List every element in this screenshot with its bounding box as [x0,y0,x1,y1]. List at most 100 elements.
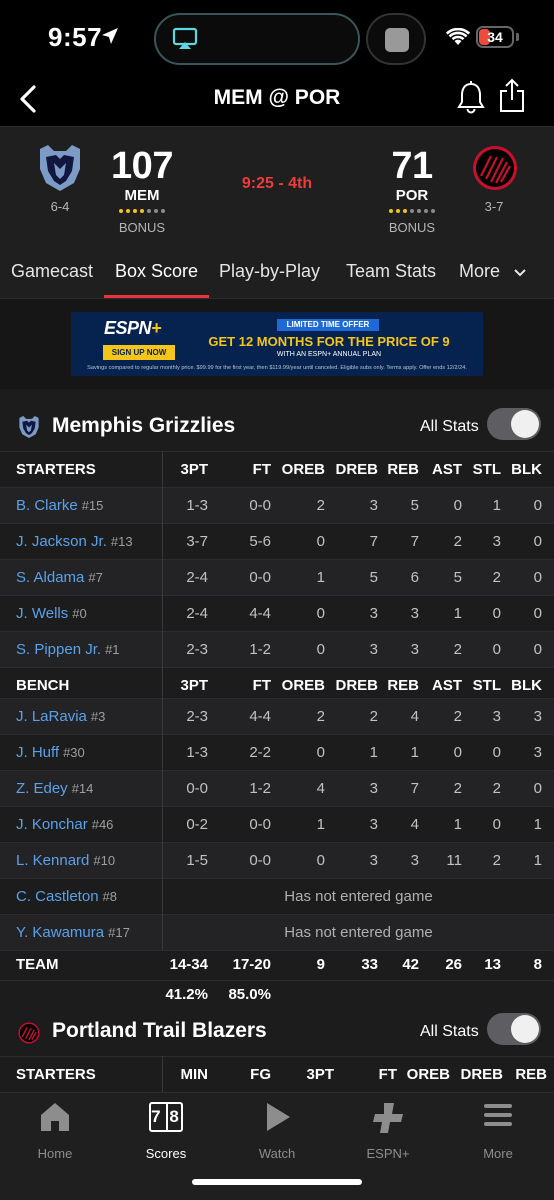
mem-all-stats-label: All Stats [420,418,479,435]
table-row: S. Pippen Jr. #1 2-3 1-2 0 3 3 2 0 0 [0,631,554,667]
espn-plus-ad[interactable]: ESPN+ SIGN UP NOW LIMITED TIME OFFER GET… [71,312,483,376]
player-number: #10 [93,853,116,868]
player-link[interactable]: J. Huff #30 [16,735,85,770]
total-cell: 14-34 [169,956,208,973]
player-name: S. Pippen Jr. [16,641,102,658]
share-icon[interactable] [498,78,526,114]
did-not-play-text: Has not entered game [284,888,433,905]
battery-percent: 34 [487,29,503,45]
player-name: B. Clarke [16,497,78,514]
table-row: J. Wells #0 2-4 4-4 0 3 3 1 0 0 [0,595,554,631]
column-header: MIN [180,1066,209,1083]
player-name: J. Huff [16,744,60,761]
player-link[interactable]: J. Jackson Jr. #13 [16,524,133,559]
player-link[interactable]: B. Clarke #15 [16,488,103,523]
stat-cell: 4 [316,780,325,797]
airplay-icon [172,27,198,49]
timeout-dot [154,209,158,213]
ad-signup-button[interactable]: SIGN UP NOW [103,345,175,360]
active-tab-indicator [104,295,209,298]
tab-gamecast[interactable]: Gamecast [11,261,93,282]
stat-cell: 1-2 [249,780,271,797]
stat-cell: 1 [533,816,542,833]
ad-container: ESPN+ SIGN UP NOW LIMITED TIME OFFER GET… [0,299,554,389]
timeout-dot [424,209,428,213]
stat-cell: 0-0 [249,852,271,869]
bottom-tab-home[interactable]: Home [15,1101,95,1161]
tab-box-score[interactable]: Box Score [115,261,198,282]
bottom-tab-espn-plus[interactable]: ESPN+ [348,1101,428,1161]
timeout-dot [396,209,400,213]
timeout-dot [126,209,130,213]
stat-cell: 0 [316,605,325,622]
ad-subheadline: WITH AN ESPN+ ANNUAL PLAN [276,351,382,358]
timeout-dot [140,209,144,213]
player-link[interactable]: J. Wells #0 [16,596,87,631]
column-header: REB [515,1066,547,1083]
player-number: #7 [88,570,103,585]
home-icon [41,1103,69,1131]
dynamic-island[interactable] [154,13,360,65]
player-link[interactable]: C. Castleton #8 [16,879,117,914]
bottom-tab-more[interactable]: More [458,1101,538,1161]
timeout-dot [147,209,151,213]
game-tabs: Gamecast Box Score Play-by-Play Team Sta… [0,242,554,299]
location-arrow-icon [102,28,118,44]
stat-cell: 0 [533,641,542,658]
stat-cell: BLK [511,461,542,478]
table-row: Z. Edey #14 0-0 1-2 4 3 7 2 2 0 [0,770,554,806]
chevron-down-icon[interactable] [513,268,527,278]
tab-team-stats[interactable]: Team Stats [346,261,436,282]
stat-cell: 2 [316,708,325,725]
bottom-tab-watch[interactable]: Watch [237,1101,317,1161]
starters-label: STARTERS [16,1066,96,1083]
player-link[interactable]: L. Kennard #10 [16,843,115,878]
total-cell: 17-20 [232,956,271,973]
table-row: Y. Kawamura #17 Has not entered game [0,914,554,950]
battery-icon: 34 [476,26,514,48]
table-row: J. Huff #30 1-3 2-2 0 1 1 0 0 3 [0,734,554,770]
player-number: #0 [72,606,87,621]
bottom-tab-scores-label: Scores [145,1146,187,1161]
status-bar: 9:57 34 [0,0,554,76]
trail-blazers-logo-icon[interactable] [472,145,518,191]
table-row: L. Kennard #10 1-5 0-0 0 3 3 11 2 1 [0,842,554,878]
status-time: 9:57 [48,22,103,52]
player-link[interactable]: J. LaRavia #3 [16,699,105,734]
column-divider [162,451,163,950]
stat-cell: 0-2 [186,816,208,833]
home-indicator [192,1179,362,1185]
por-all-stats-toggle[interactable] [487,1013,541,1045]
timeout-dot [417,209,421,213]
grizzlies-logo-icon[interactable] [34,143,86,193]
stat-cell: 0 [533,533,542,550]
scoreboard: 6-4 107 MEM BONUS 9:25 - 4th 71 POR BONU… [0,126,554,242]
player-link[interactable]: J. Konchar #46 [16,807,113,842]
screen-recording-indicator[interactable] [366,13,426,65]
player-number: #30 [63,745,85,760]
stat-cell: 1 [316,816,325,833]
bell-icon[interactable] [456,80,486,114]
stat-cell: 0-0 [249,497,271,514]
player-link[interactable]: S. Pippen Jr. #1 [16,632,120,667]
home-record: 3-7 [484,199,504,214]
starters-header-row: STARTERS 3PT FT OREB DREB REB AST STL BLK [0,451,554,487]
player-name: J. LaRavia [16,708,87,725]
tab-more[interactable]: More [459,261,500,282]
stat-cell: 1-5 [186,852,208,869]
espn-plus-icon [373,1103,403,1133]
tab-play-by-play[interactable]: Play-by-Play [219,261,320,282]
mem-all-stats-toggle[interactable] [487,408,541,440]
did-not-play-text: Has not entered game [284,924,433,941]
player-link[interactable]: Y. Kawamura #17 [16,915,130,950]
team-label: TEAM [16,956,59,973]
player-link[interactable]: Z. Edey #14 [16,771,93,806]
timeout-dot [389,209,393,213]
stat-cell: 0 [316,852,325,869]
grizzlies-small-logo-icon [19,415,39,439]
player-link[interactable]: S. Aldama #7 [16,560,103,595]
stat-cell: 0 [533,605,542,622]
column-header: OREB [406,1066,450,1083]
ad-brand: ESPN+ [104,318,162,338]
away-score: 107 [111,145,173,187]
